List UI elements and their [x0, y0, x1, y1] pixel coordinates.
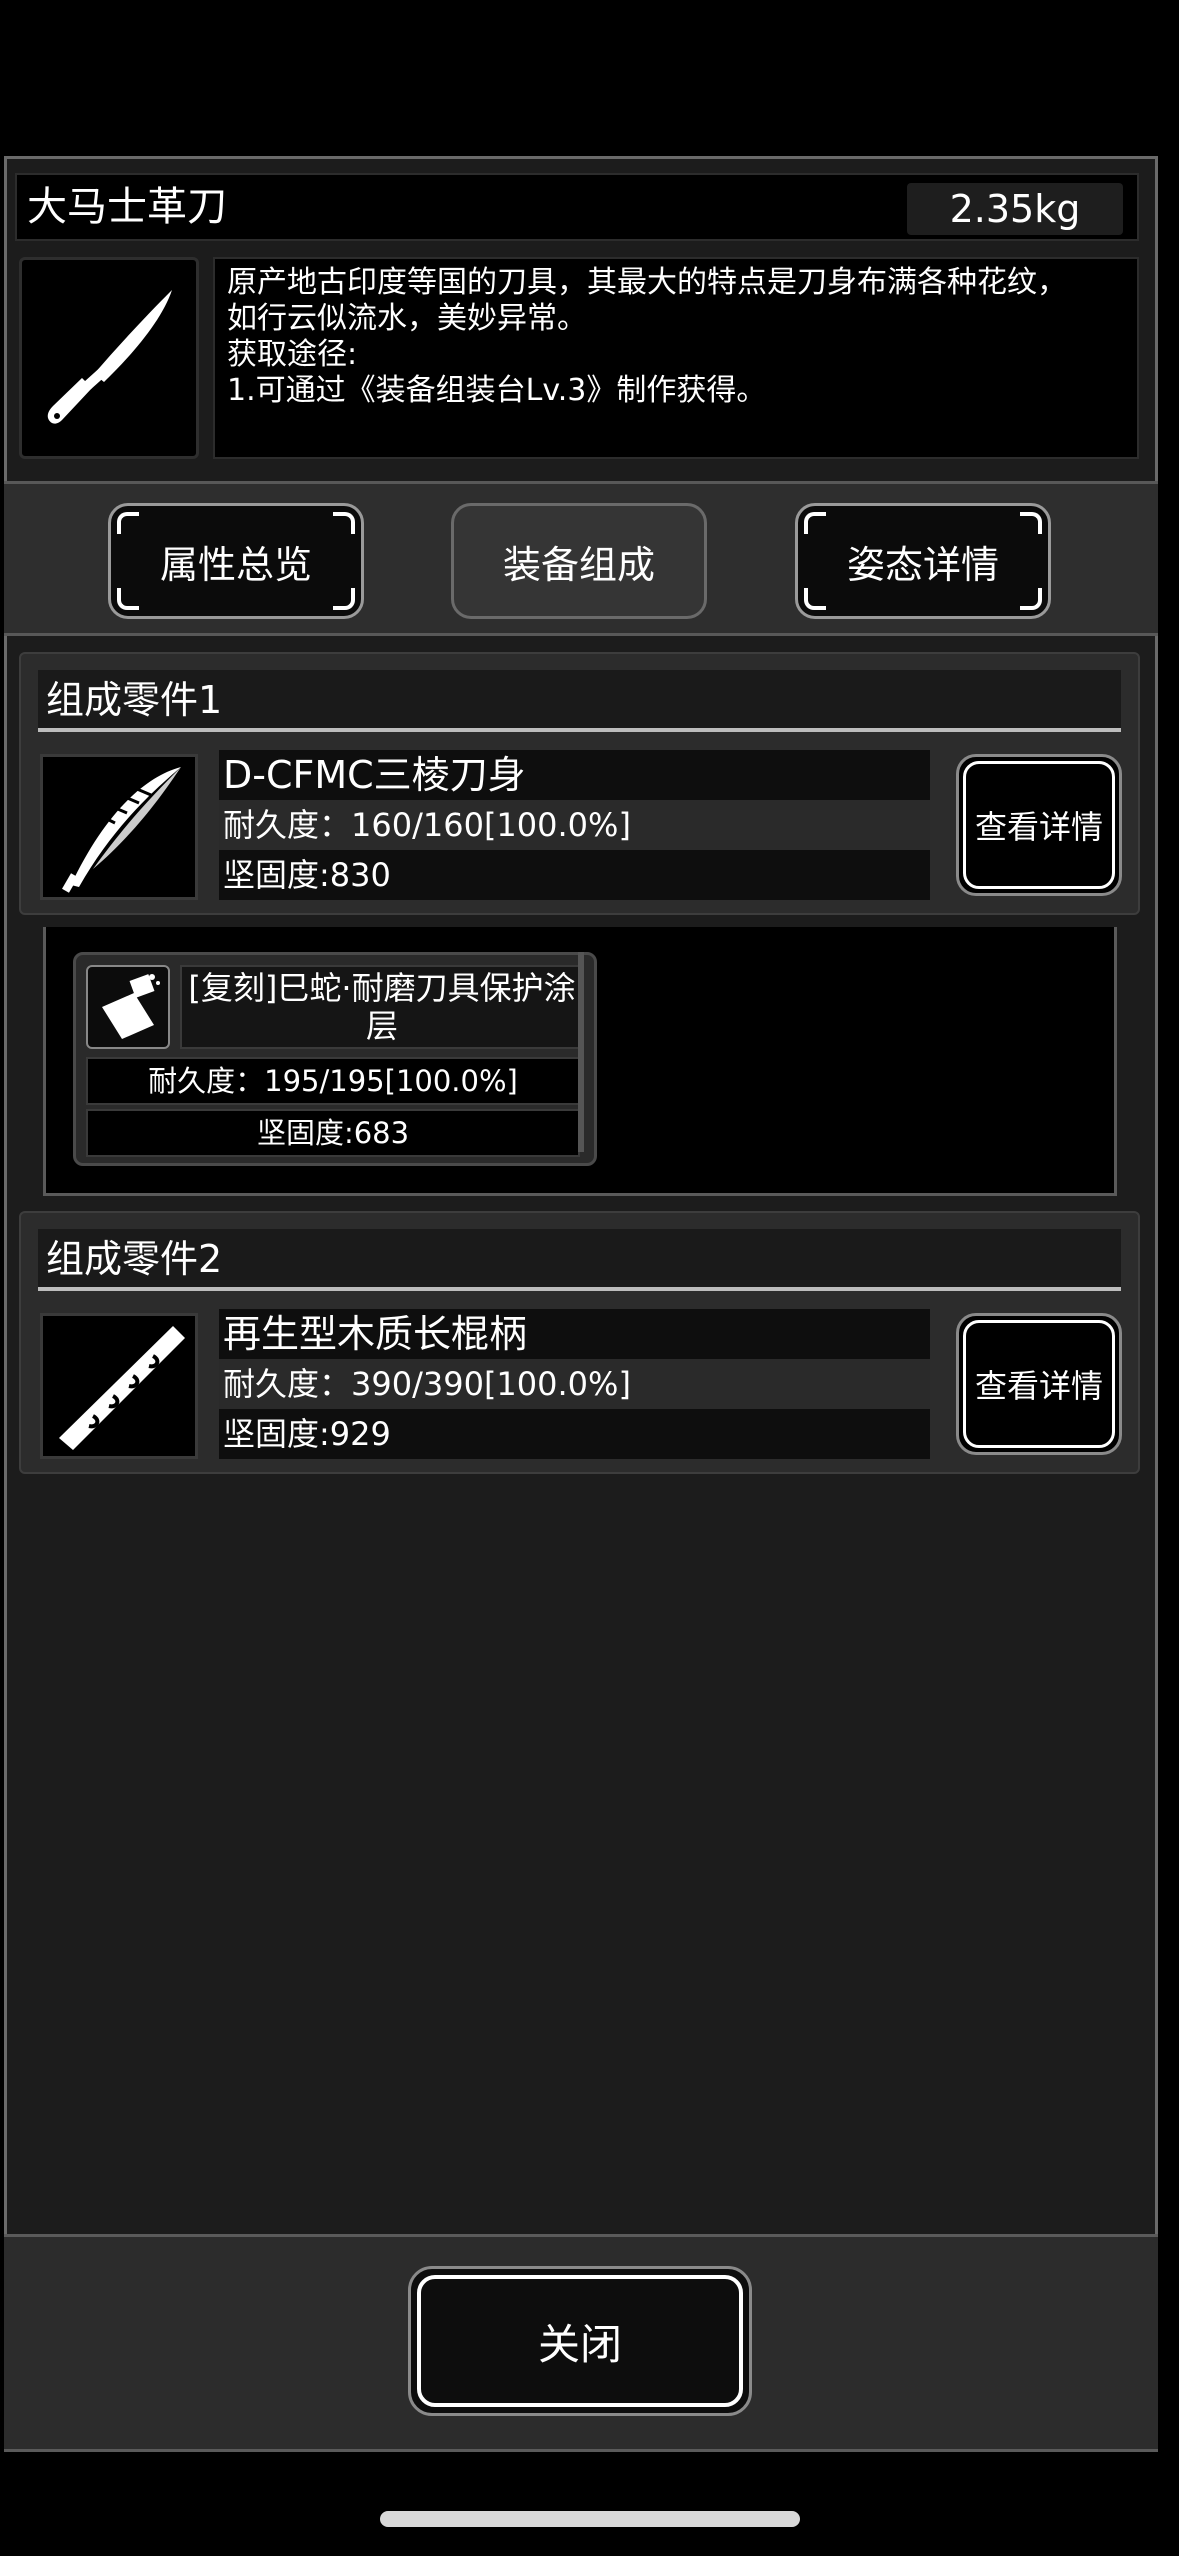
description-line: 如行云似流水，美妙异常。 [227, 301, 587, 336]
part-durability: 耐久度：390/390[100.0%] [219, 1359, 930, 1409]
part-durability: 耐久度：160/160[100.0%] [219, 800, 930, 850]
feather-blade-icon [62, 767, 181, 893]
description-line: 原产地古印度等国的刀具，其最大的特点是刀身布满各种花纹， [227, 265, 1067, 300]
part-header: 组成零件2 [38, 1229, 1121, 1291]
part-hardness: 坚固度:929 [219, 1409, 930, 1459]
description-line: 1.可通过《装备组装台Lv.3》制作获得。 [227, 373, 767, 408]
button-label: 查看详情 [974, 808, 1103, 846]
sub-component-name: [复刻]巳蛇·耐磨刀具保护涂层 [180, 965, 584, 1049]
sub-component-durability: 耐久度：195/195[100.0%] [86, 1057, 580, 1105]
sub-component-hardness: 坚固度:683 [86, 1109, 580, 1157]
item-header: 大马士革刀 2.35kg [15, 173, 1139, 241]
sub-icon-frame [86, 965, 170, 1049]
item-name: 大马士革刀 [27, 184, 227, 230]
tab-label: 装备组成 [502, 542, 655, 587]
sub-component-card[interactable]: [复刻]巳蛇·耐磨刀具保护涂层 耐久度：195/195[100.0%] 坚固度:… [73, 952, 597, 1166]
part-name: D-CFMC三棱刀身 [219, 750, 930, 800]
close-button[interactable]: 关闭 [408, 2266, 752, 2416]
part-icon-frame [40, 1313, 198, 1459]
part-card-1: 组成零件1 D-CFMC三棱刀身 耐久度：160/160[100.0%] 坚固度… [19, 652, 1140, 915]
item-icon-frame [19, 257, 199, 459]
item-description: 原产地古印度等国的刀具，其最大的特点是刀身布满各种花纹， 如行云似流水，美妙异常… [213, 257, 1139, 459]
tab-label: 姿态详情 [846, 542, 999, 587]
home-indicator[interactable] [380, 2511, 800, 2527]
tab-label: 属性总览 [159, 542, 312, 587]
part-card-2: 组成零件2 再生型木质长棍柄 耐久度：390/390[100.0%] 坚固度:9… [19, 1211, 1140, 1474]
tab-bar: 属性总览 装备组成 姿态详情 [4, 481, 1158, 636]
part-icon-frame [40, 754, 198, 900]
part-info: 再生型木质长棍柄 耐久度：390/390[100.0%] 坚固度:929 [219, 1309, 930, 1461]
knife-icon [47, 290, 172, 424]
button-label: 查看详情 [974, 1367, 1103, 1405]
description-line: 获取途径: [227, 337, 358, 372]
button-label: 关闭 [537, 2319, 622, 2369]
tab-attributes[interactable]: 属性总览 [108, 503, 364, 619]
spray-can-icon [102, 974, 160, 1039]
tab-composition[interactable]: 装备组成 [451, 503, 707, 619]
item-weight: 2.35kg [907, 183, 1123, 235]
part-name: 再生型木质长棍柄 [219, 1309, 930, 1359]
view-details-button-1[interactable]: 查看详情 [956, 754, 1122, 896]
part-info: D-CFMC三棱刀身 耐久度：160/160[100.0%] 坚固度:830 [219, 750, 930, 902]
tab-stance[interactable]: 姿态详情 [795, 503, 1051, 619]
part-header: 组成零件1 [38, 670, 1121, 732]
sub-component-area: [复刻]巳蛇·耐磨刀具保护涂层 耐久度：195/195[100.0%] 坚固度:… [43, 927, 1117, 1196]
wooden-stick-icon [59, 1326, 185, 1450]
view-details-button-2[interactable]: 查看详情 [956, 1313, 1122, 1455]
part-hardness: 坚固度:830 [219, 850, 930, 900]
scroll-indicator[interactable] [578, 952, 584, 1152]
